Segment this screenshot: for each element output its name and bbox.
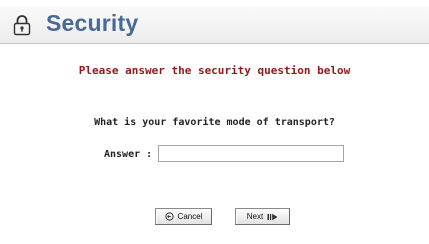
answer-label: Answer : — [104, 149, 153, 160]
cancel-button[interactable]: Cancel — [155, 208, 212, 225]
next-label: Next — [246, 212, 264, 221]
lock-icon — [13, 14, 31, 36]
instruction-text: Please answer the security question belo… — [78, 64, 351, 77]
cancel-label: Cancel — [177, 212, 203, 221]
header-bar: Security — [0, 6, 429, 44]
page-title: Security — [46, 10, 139, 36]
cancel-icon — [164, 212, 174, 221]
next-arrow-icon — [267, 213, 278, 221]
answer-input[interactable] — [158, 145, 344, 162]
next-button[interactable]: Next — [235, 208, 290, 225]
security-question: What is your favorite mode of transport? — [94, 117, 335, 128]
